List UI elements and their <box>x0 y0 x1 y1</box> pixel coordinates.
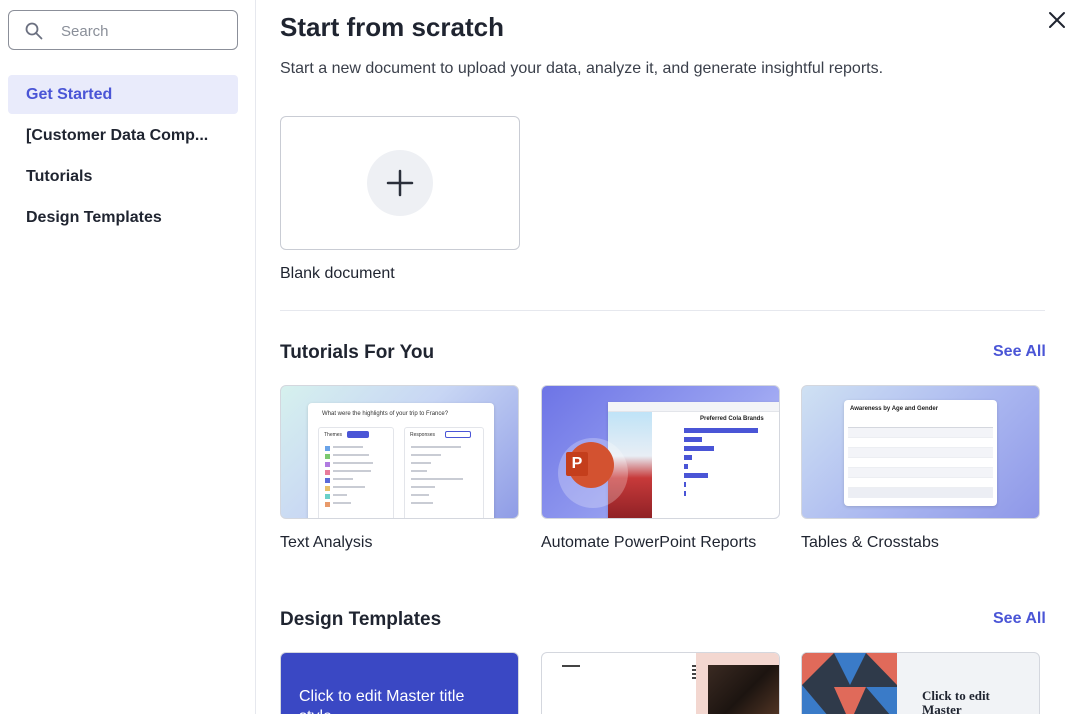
blank-document-card[interactable] <box>280 116 520 250</box>
divider <box>280 310 1045 311</box>
sidebar-item-label: Tutorials <box>26 167 93 185</box>
responses-panel: Responses <box>404 427 484 518</box>
plus-button[interactable] <box>367 150 433 216</box>
sidebar-item-label: Design Templates <box>26 208 162 226</box>
search-input[interactable] <box>61 19 231 43</box>
themes-list <box>325 446 330 510</box>
sidebar-item-get-started[interactable]: Get Started <box>8 75 238 114</box>
template-logo-mark <box>562 665 580 667</box>
tutorial-card-tables[interactable]: Awareness by Age and Gender <box>801 385 1040 519</box>
responses-header: Responses <box>410 432 436 438</box>
text-analysis-preview: What were the highlights of your trip to… <box>308 403 494 518</box>
plus-icon <box>386 169 414 197</box>
tutorial-label-powerpoint[interactable]: Automate PowerPoint Reports <box>541 534 756 552</box>
responses-text-lines <box>411 446 471 510</box>
chart-title: Preferred Cola Brands <box>700 416 764 422</box>
template-card-blue[interactable]: Click to edit Master title style <box>280 652 519 714</box>
page-subtitle: Start a new document to upload your data… <box>280 60 884 77</box>
templates-see-all-link[interactable]: See All <box>993 610 1046 628</box>
page-title: Start from scratch <box>280 12 504 42</box>
template-text: Click to edit Master <box>922 688 990 714</box>
sidebar-item-label: [Customer Data Comp... <box>26 126 209 144</box>
table-title: Awareness by Age and Gender <box>850 406 939 412</box>
blank-document-label[interactable]: Blank document <box>280 265 395 283</box>
sidebar-item-customer-data[interactable]: [Customer Data Comp... <box>8 116 238 155</box>
preview-toolbar <box>608 402 779 412</box>
close-icon[interactable] <box>1046 9 1068 31</box>
tutorial-label-tables[interactable]: Tables & Crosstabs <box>801 534 939 552</box>
sidebar: Get Started [Customer Data Comp... Tutor… <box>0 0 256 714</box>
geometric-pattern <box>802 653 897 714</box>
template-photo <box>708 665 779 714</box>
tutorial-label-text-analysis[interactable]: Text Analysis <box>280 534 372 552</box>
themes-panel: Themes <box>318 427 394 518</box>
sidebar-item-label: Get Started <box>26 85 113 103</box>
themes-badge <box>347 431 369 438</box>
preview-question: What were the highlights of your trip to… <box>322 411 449 417</box>
sidebar-item-tutorials[interactable]: Tutorials <box>8 157 238 196</box>
template-card-geometric[interactable]: Click to edit Master <box>801 652 1040 714</box>
powerpoint-preview: Preferred Cola Brands <box>608 402 779 518</box>
search-icon <box>25 22 43 40</box>
tutorials-see-all-link[interactable]: See All <box>993 343 1046 361</box>
templates-section-title: Design Templates <box>280 609 442 630</box>
search-box[interactable] <box>8 10 238 50</box>
responses-badge <box>445 431 471 438</box>
template-text: Click to edit Master title style <box>299 688 465 714</box>
themes-header: Themes <box>324 432 343 438</box>
powerpoint-icon: P <box>566 442 614 488</box>
sidebar-nav: Get Started [Customer Data Comp... Tutor… <box>8 75 238 239</box>
tables-preview: Awareness by Age and Gender <box>844 400 997 506</box>
tutorials-section-title: Tutorials For You <box>280 342 435 363</box>
themes-text-lines <box>333 446 373 510</box>
crosstab-grid <box>848 420 993 500</box>
sidebar-item-design-templates[interactable]: Design Templates <box>8 198 238 237</box>
bar-chart <box>684 428 758 500</box>
tutorial-card-text-analysis[interactable]: What were the highlights of your trip to… <box>280 385 519 519</box>
tutorial-card-powerpoint[interactable]: Preferred Cola Brands P <box>541 385 780 519</box>
template-card-photo[interactable] <box>541 652 780 714</box>
